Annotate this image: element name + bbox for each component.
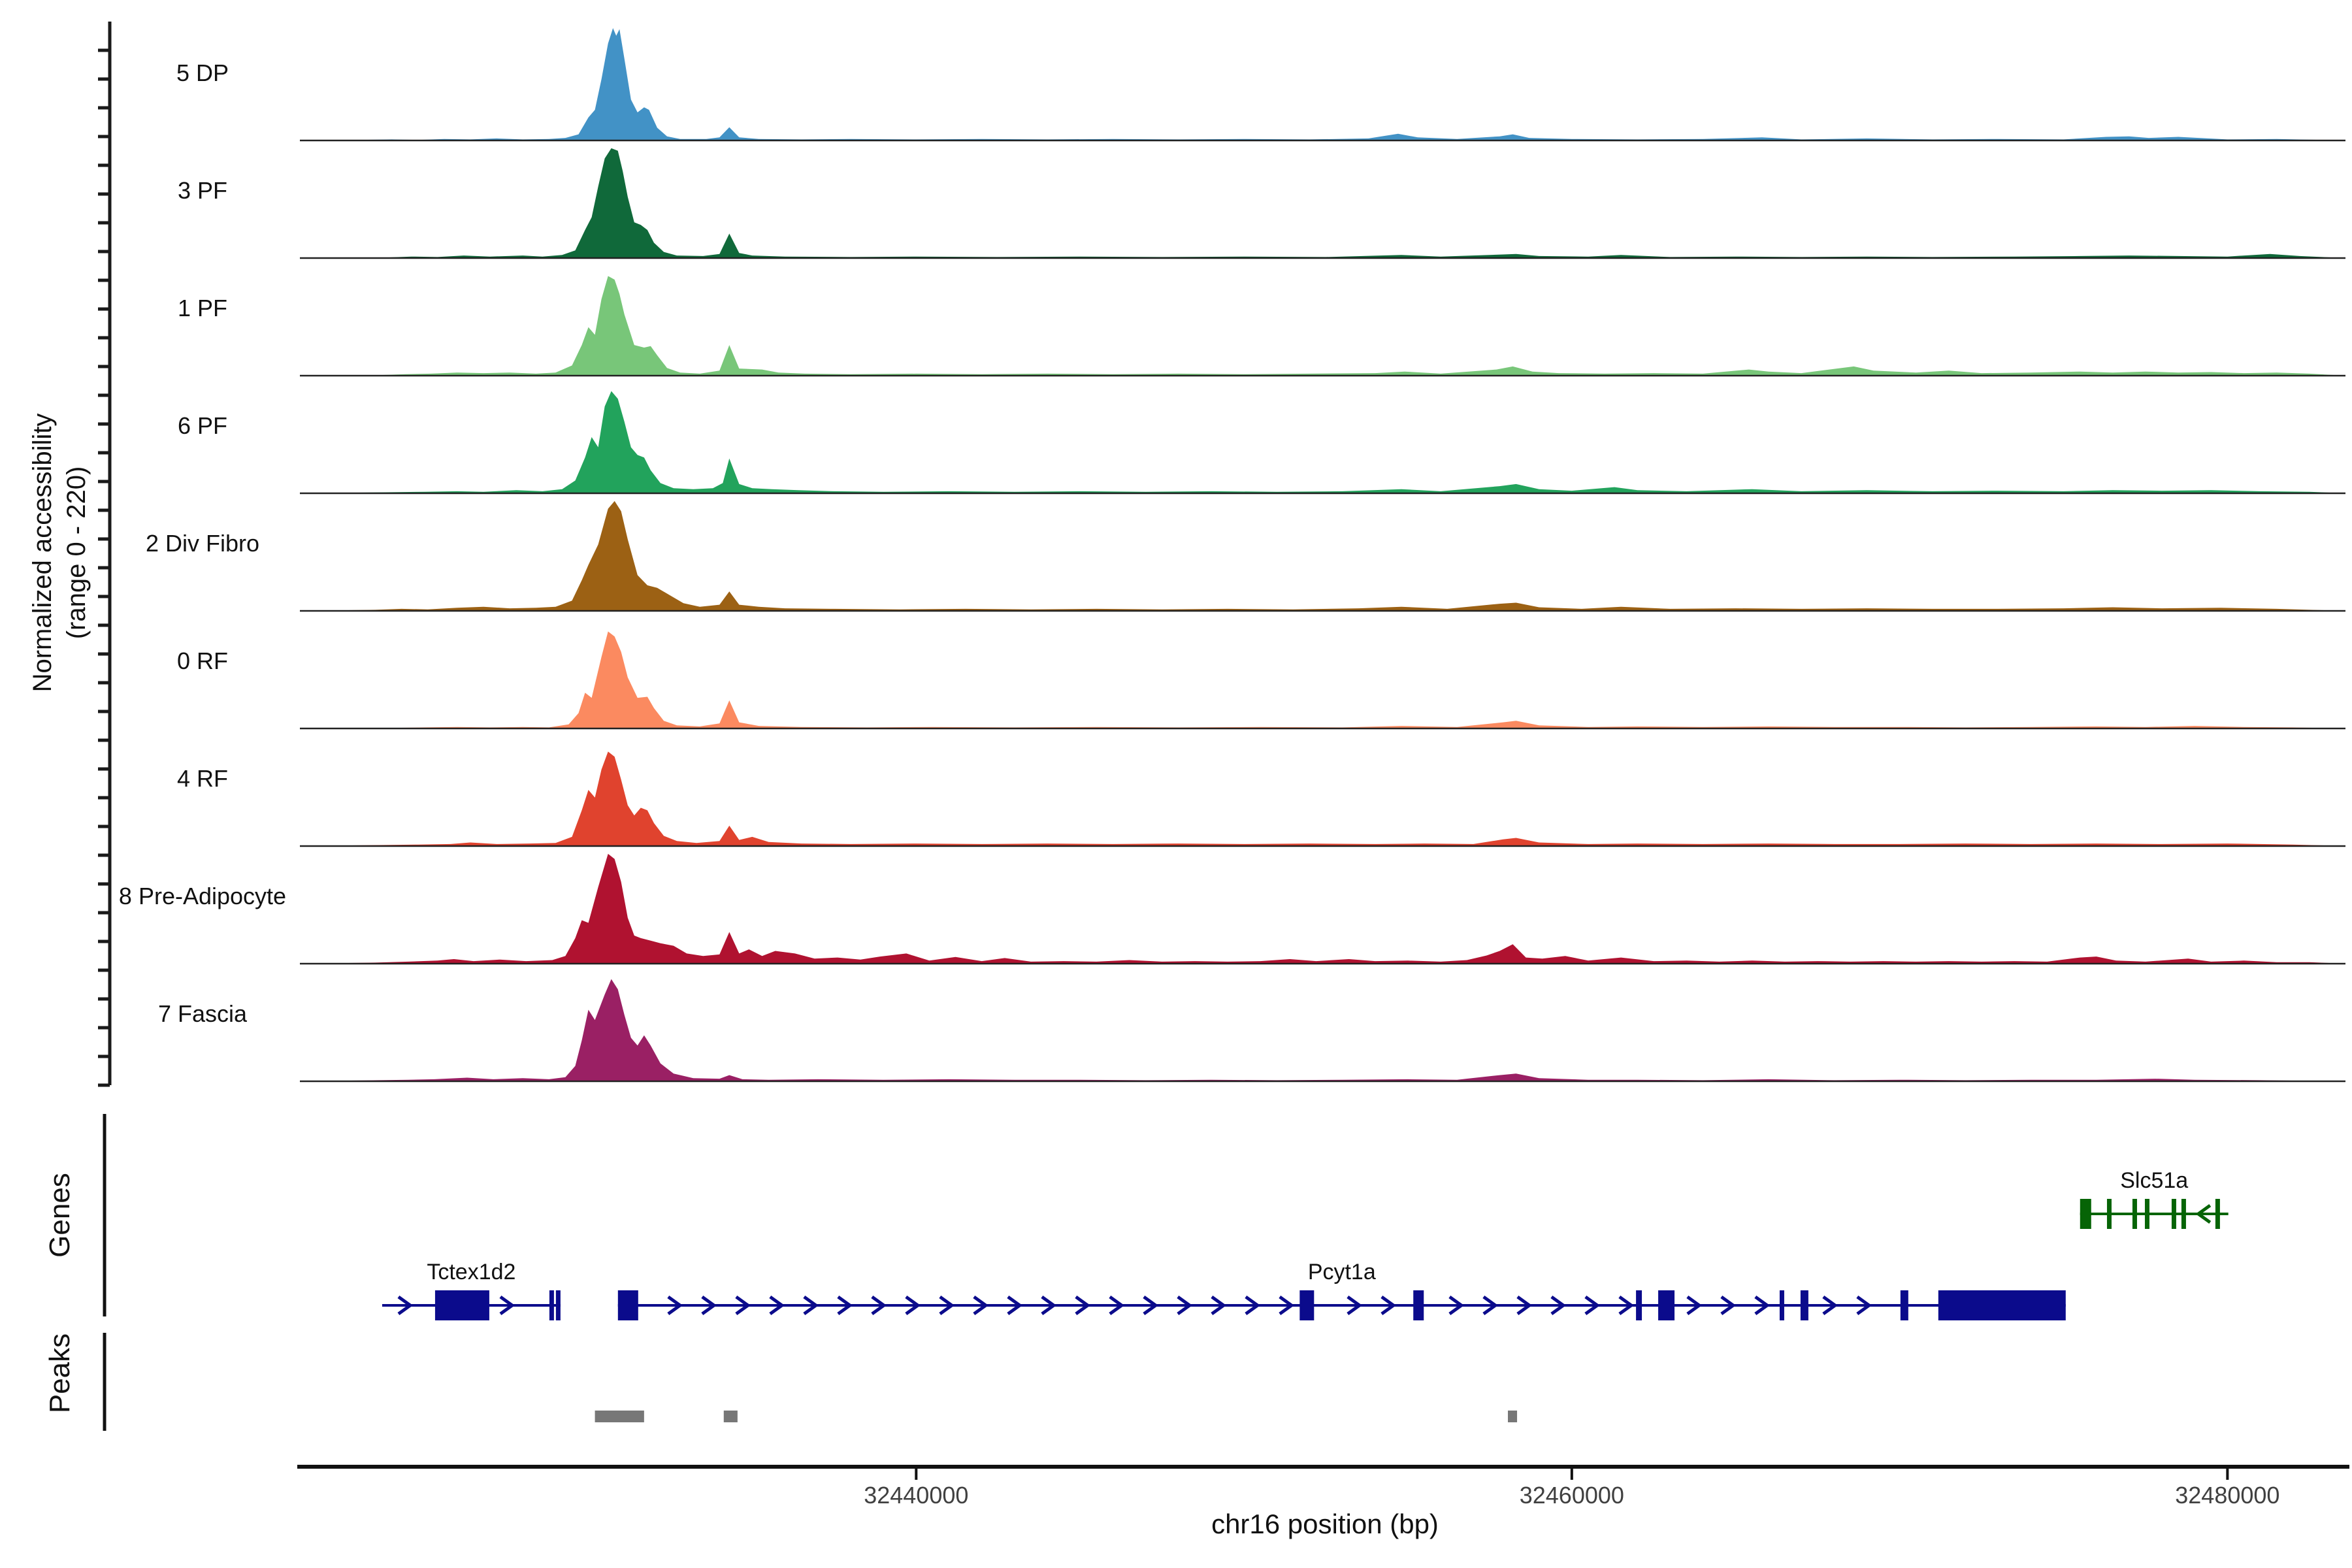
peak-region-box bbox=[595, 1411, 644, 1422]
track-signal-2-div-fibro bbox=[300, 501, 2345, 611]
track-label-1-pf: 1 PF bbox=[91, 294, 314, 323]
x-axis bbox=[297, 1467, 2349, 1480]
exon bbox=[1413, 1290, 1424, 1320]
exon bbox=[2107, 1199, 2112, 1229]
track-signal-0-rf bbox=[300, 632, 2345, 729]
y-axis-label-line1: Normalized accessibility bbox=[25, 95, 59, 1010]
track-signal-7-fascia bbox=[300, 979, 2345, 1081]
track-signal-5-dp bbox=[300, 28, 2345, 140]
browser-tracks-plot bbox=[0, 0, 2352, 1568]
gene-label-pcyt1a: Pcyt1a bbox=[1211, 1259, 1473, 1285]
x-tick-label-32480000: 32480000 bbox=[2129, 1482, 2325, 1509]
exon bbox=[1299, 1290, 1314, 1320]
peak-regions bbox=[595, 1411, 1517, 1422]
exon bbox=[1658, 1290, 1674, 1320]
track-label-5-dp: 5 DP bbox=[91, 59, 314, 88]
track-label-4-rf: 4 RF bbox=[91, 764, 314, 793]
exon bbox=[2080, 1199, 2091, 1229]
track-label-2-div-fibro: 2 Div Fibro bbox=[91, 529, 314, 558]
exon bbox=[2215, 1199, 2220, 1229]
gene-label-tctex1d2: Tctex1d2 bbox=[340, 1259, 602, 1285]
track-signal-1-pf bbox=[300, 276, 2345, 376]
track-signal-4-rf bbox=[300, 751, 2345, 846]
exon bbox=[2145, 1199, 2149, 1229]
exon bbox=[1636, 1290, 1642, 1320]
exon bbox=[2132, 1199, 2137, 1229]
genome-browser-figure: Normalized accessibility (range 0 - 220)… bbox=[0, 0, 2352, 1568]
peaks-section-label: Peaks bbox=[44, 1243, 76, 1504]
gene-model-pcyt1a bbox=[618, 1290, 2066, 1320]
track-label-7-fascia: 7 Fascia bbox=[91, 1000, 314, 1028]
peak-region-box bbox=[724, 1411, 738, 1422]
exon bbox=[1901, 1290, 1908, 1320]
exon bbox=[435, 1290, 489, 1320]
exon bbox=[2172, 1199, 2176, 1229]
exon bbox=[549, 1290, 554, 1320]
exon bbox=[2181, 1199, 2186, 1229]
track-label-3-pf: 3 PF bbox=[91, 176, 314, 205]
track-signal-3-pf bbox=[300, 148, 2345, 258]
exon bbox=[556, 1290, 561, 1320]
peak-region-box bbox=[1508, 1411, 1517, 1422]
exon bbox=[1801, 1290, 1808, 1320]
exon bbox=[618, 1290, 638, 1320]
track-signal-6-pf bbox=[300, 391, 2345, 493]
track-signal-8-pre-adipocyte bbox=[300, 854, 2345, 964]
gene-label-slc51a: Slc51a bbox=[2023, 1168, 2285, 1194]
y-axis-label-line2: (range 0 - 220) bbox=[59, 95, 93, 1010]
track-label-6-pf: 6 PF bbox=[91, 412, 314, 440]
track-label-8-pre-adipocyte: 8 Pre-Adipocyte bbox=[91, 882, 314, 911]
exon bbox=[1938, 1290, 2066, 1320]
x-tick-label-32460000: 32460000 bbox=[1474, 1482, 1670, 1509]
track-label-0-rf: 0 RF bbox=[91, 647, 314, 676]
y-axis-label: Normalized accessibility (range 0 - 220) bbox=[25, 95, 93, 1010]
x-tick-label-32440000: 32440000 bbox=[818, 1482, 1014, 1509]
exon bbox=[1780, 1290, 1784, 1320]
gene-model-slc51a bbox=[2080, 1199, 2229, 1229]
x-axis-title: chr16 position (bp) bbox=[1096, 1507, 1554, 1542]
gene-model-tctex1d2 bbox=[382, 1290, 561, 1320]
